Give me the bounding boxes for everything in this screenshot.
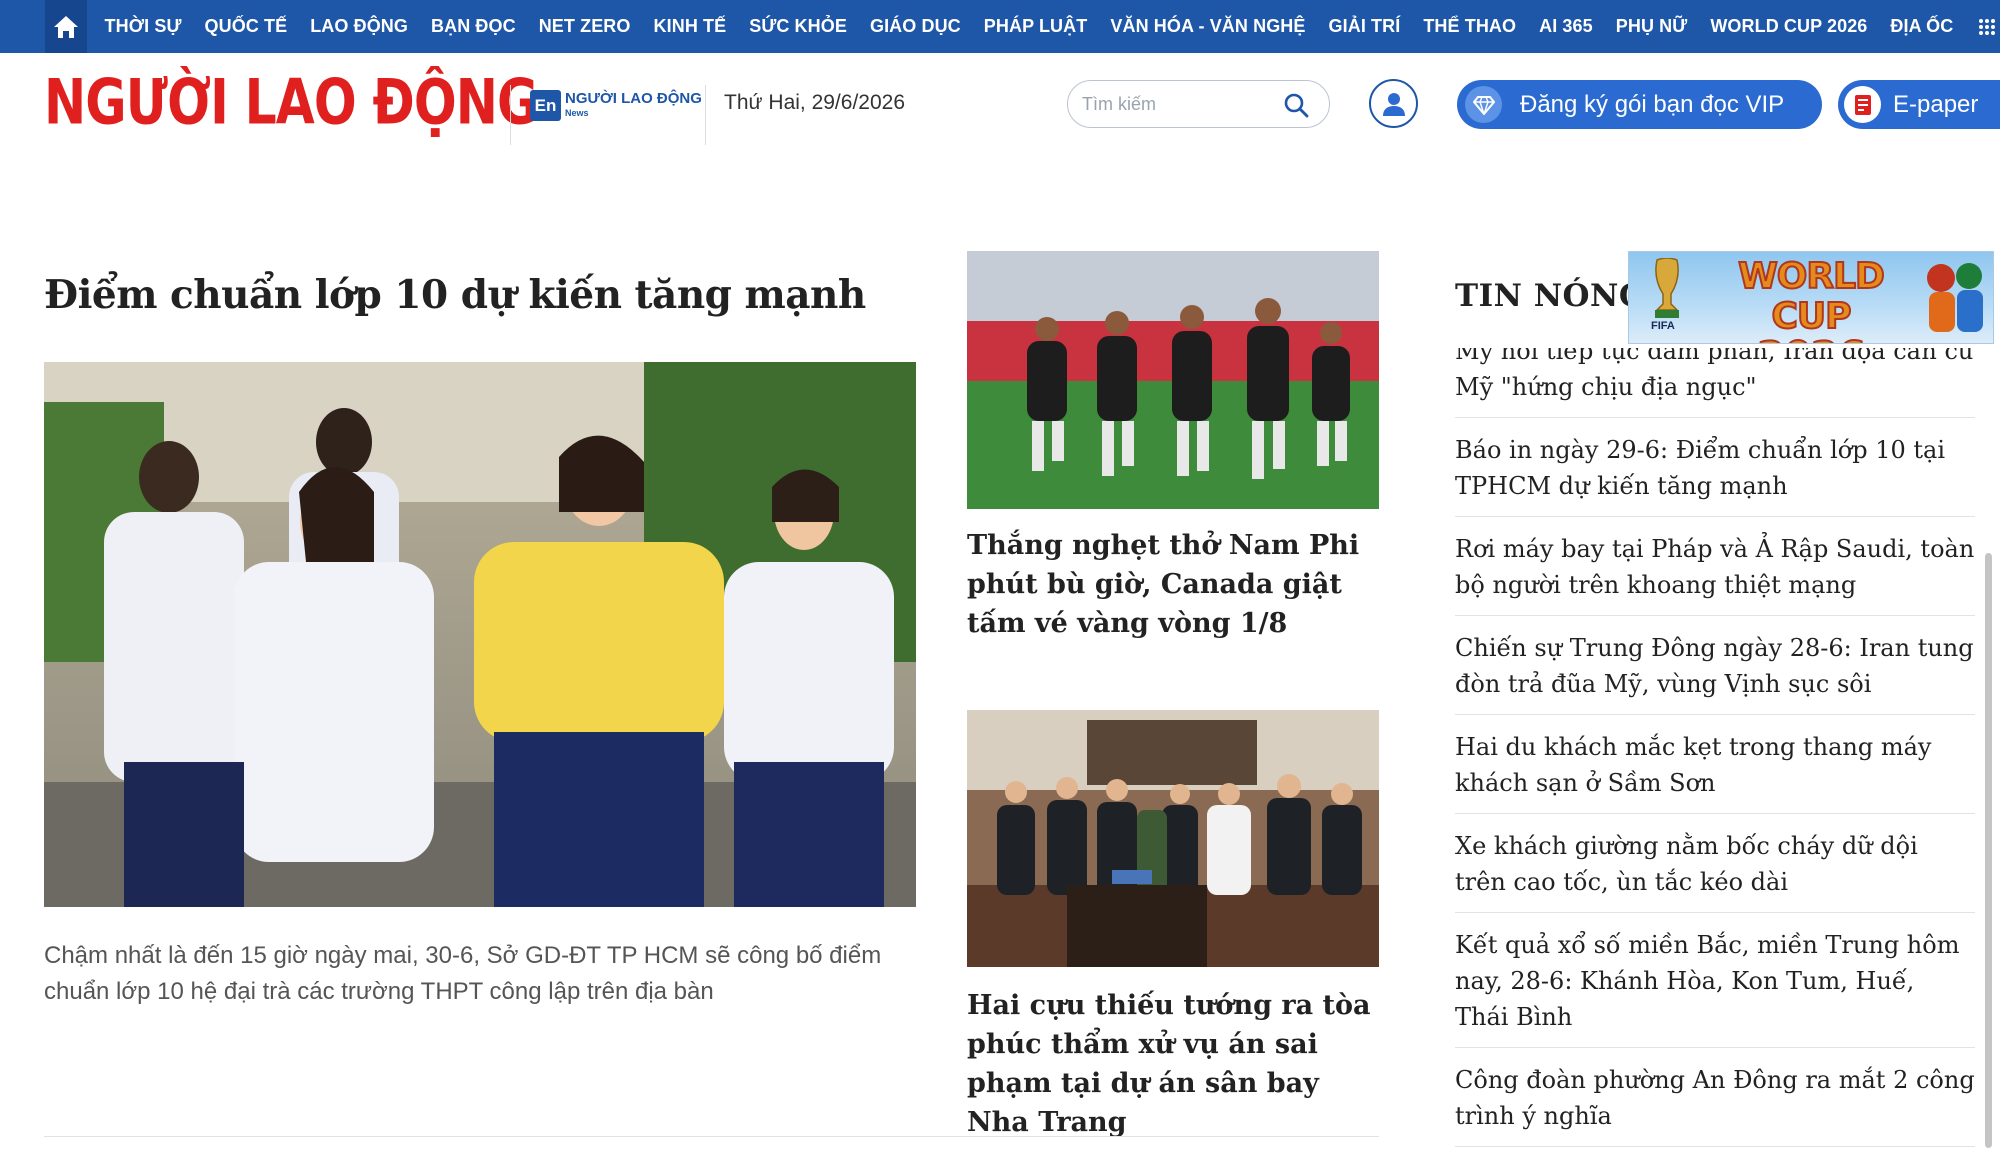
- hot-news-item[interactable]: Xe khách giường nằm bốc cháy dữ dội trên…: [1455, 814, 1975, 913]
- grid-menu-icon: [1979, 18, 1995, 35]
- epaper-button[interactable]: E-paper: [1838, 80, 2000, 129]
- search-input[interactable]: [1082, 92, 1272, 116]
- story-image-football[interactable]: [967, 251, 1379, 509]
- story-image-court[interactable]: [967, 710, 1379, 967]
- english-edition-sub: News: [565, 107, 589, 118]
- english-edition-link[interactable]: En NGƯỜI LAO ĐỘNG News: [530, 90, 702, 121]
- nav-item-giai-tri[interactable]: GIẢI TRÍ: [1317, 16, 1412, 37]
- hot-news-item[interactable]: Rơi máy bay tại Pháp và Ả Rập Saudi, toà…: [1455, 517, 1975, 616]
- nav-item-suc-khoe[interactable]: SỨC KHỎE: [738, 16, 859, 37]
- hero-image[interactable]: [44, 362, 916, 907]
- english-edition-name: NGƯỜI LAO ĐỘNG: [565, 89, 702, 107]
- account-button[interactable]: [1369, 79, 1418, 128]
- nav-item-van-hoa[interactable]: VĂN HÓA - VĂN NGHỆ: [1099, 16, 1317, 37]
- home-icon: [54, 15, 78, 38]
- mascot-icon: [1927, 263, 1983, 332]
- home-button[interactable]: [45, 0, 87, 53]
- world-cup-banner-line2: 2026: [1711, 336, 1911, 343]
- nav-item-quoc-te[interactable]: QUỐC TẾ: [193, 16, 299, 37]
- nav-item-net-zero[interactable]: NET ZERO: [527, 16, 642, 37]
- search-icon[interactable]: [1283, 92, 1309, 118]
- nav-item-dia-oc[interactable]: ĐỊA ỐC: [1879, 16, 1965, 37]
- story-title-court[interactable]: Hai cựu thiếu tướng ra tòa phúc thẩm xử …: [967, 986, 1387, 1142]
- nav-item-kinh-te[interactable]: KINH TẾ: [642, 16, 738, 37]
- nav-item-ban-doc[interactable]: BẠN ĐỌC: [420, 16, 528, 37]
- hot-news-title: TIN NÓNG: [1455, 278, 1646, 314]
- current-date: Thứ Hai, 29/6/2026: [724, 91, 906, 114]
- nav-item-ai-365[interactable]: AI 365: [1528, 16, 1605, 37]
- newspaper-icon: [1844, 86, 1881, 123]
- hot-news-list: Mỹ nói tiếp tục đàm phán, Iran dọa cần c…: [1455, 348, 1975, 1152]
- hot-news-item[interactable]: Chiến sự Trung Đông ngày 28-6: Iran tung…: [1455, 616, 1975, 715]
- world-cup-banner-line1: WORLD CUP: [1737, 256, 1886, 338]
- nav-item-world-cup[interactable]: WORLD CUP 2026: [1699, 16, 1879, 37]
- search-box: [1067, 80, 1330, 128]
- story-title-football[interactable]: Thắng nghẹt thở Nam Phi phút bù giờ, Can…: [967, 526, 1387, 643]
- trophy-icon: [1655, 258, 1679, 318]
- header-divider: [705, 85, 706, 145]
- hot-news-item[interactable]: Kết quả xổ số miền Bắc, miền Trung hôm n…: [1455, 913, 1975, 1048]
- nav-menu: THỜI SỰ QUỐC TẾ LAO ĐỘNG BẠN ĐỌC NET ZER…: [93, 0, 1965, 53]
- header-divider: [510, 85, 511, 145]
- english-edition-label: NGƯỜI LAO ĐỘNG News: [565, 91, 702, 121]
- section-divider: [44, 1136, 1379, 1137]
- hot-news-item[interactable]: Công đoàn phường An Đông ra mắt 2 công t…: [1455, 1048, 1975, 1147]
- hot-news-item[interactable]: Hai du khách mắc kẹt trong thang máy khá…: [1455, 715, 1975, 814]
- nav-item-phap-luat[interactable]: PHÁP LUẬT: [972, 16, 1099, 37]
- en-badge: En: [530, 90, 561, 121]
- vip-subscribe-label: Đăng ký gói bạn đọc VIP: [1520, 90, 1785, 118]
- world-cup-banner[interactable]: FIFA WORLD CUP 2026: [1628, 251, 1994, 344]
- nav-more-button[interactable]: [1974, 0, 2000, 53]
- sidebar-scrollbar[interactable]: [1985, 553, 1992, 1148]
- hot-news-item[interactable]: Báo in ngày 29-6: Điểm chuẩn lớp 10 tại …: [1455, 418, 1975, 517]
- main-headline[interactable]: Điểm chuẩn lớp 10 dự kiến tăng mạnh: [44, 272, 866, 318]
- hero-description: Chậm nhất là đến 15 giờ ngày mai, 30-6, …: [44, 942, 882, 1005]
- nav-item-thoi-su[interactable]: THỜI SỰ: [93, 16, 193, 37]
- hot-news-item[interactable]: Mỹ nói tiếp tục đàm phán, Iran dọa cần c…: [1455, 348, 1975, 418]
- epaper-label: E-paper: [1893, 90, 1979, 118]
- world-cup-banner-text: WORLD CUP 2026: [1711, 256, 1911, 344]
- top-nav: THỜI SỰ QUỐC TẾ LAO ĐỘNG BẠN ĐỌC NET ZER…: [0, 0, 2000, 53]
- site-logo[interactable]: NGƯỜI LAO ĐỘNG: [44, 71, 538, 135]
- nav-item-giao-duc[interactable]: GIÁO DỤC: [858, 16, 972, 37]
- nav-item-the-thao[interactable]: THỂ THAO: [1412, 16, 1528, 37]
- nav-item-phu-nu[interactable]: PHỤ NỮ: [1604, 16, 1699, 37]
- user-icon: [1382, 92, 1405, 116]
- nav-item-lao-dong[interactable]: LAO ĐỘNG: [299, 16, 420, 37]
- diamond-icon: [1465, 86, 1502, 123]
- site-header: NGƯỜI LAO ĐỘNG En NGƯỜI LAO ĐỘNG News Th…: [0, 53, 2000, 155]
- fifa-label: FIFA: [1651, 320, 1675, 332]
- vip-subscribe-button[interactable]: Đăng ký gói bạn đọc VIP: [1457, 80, 1822, 129]
